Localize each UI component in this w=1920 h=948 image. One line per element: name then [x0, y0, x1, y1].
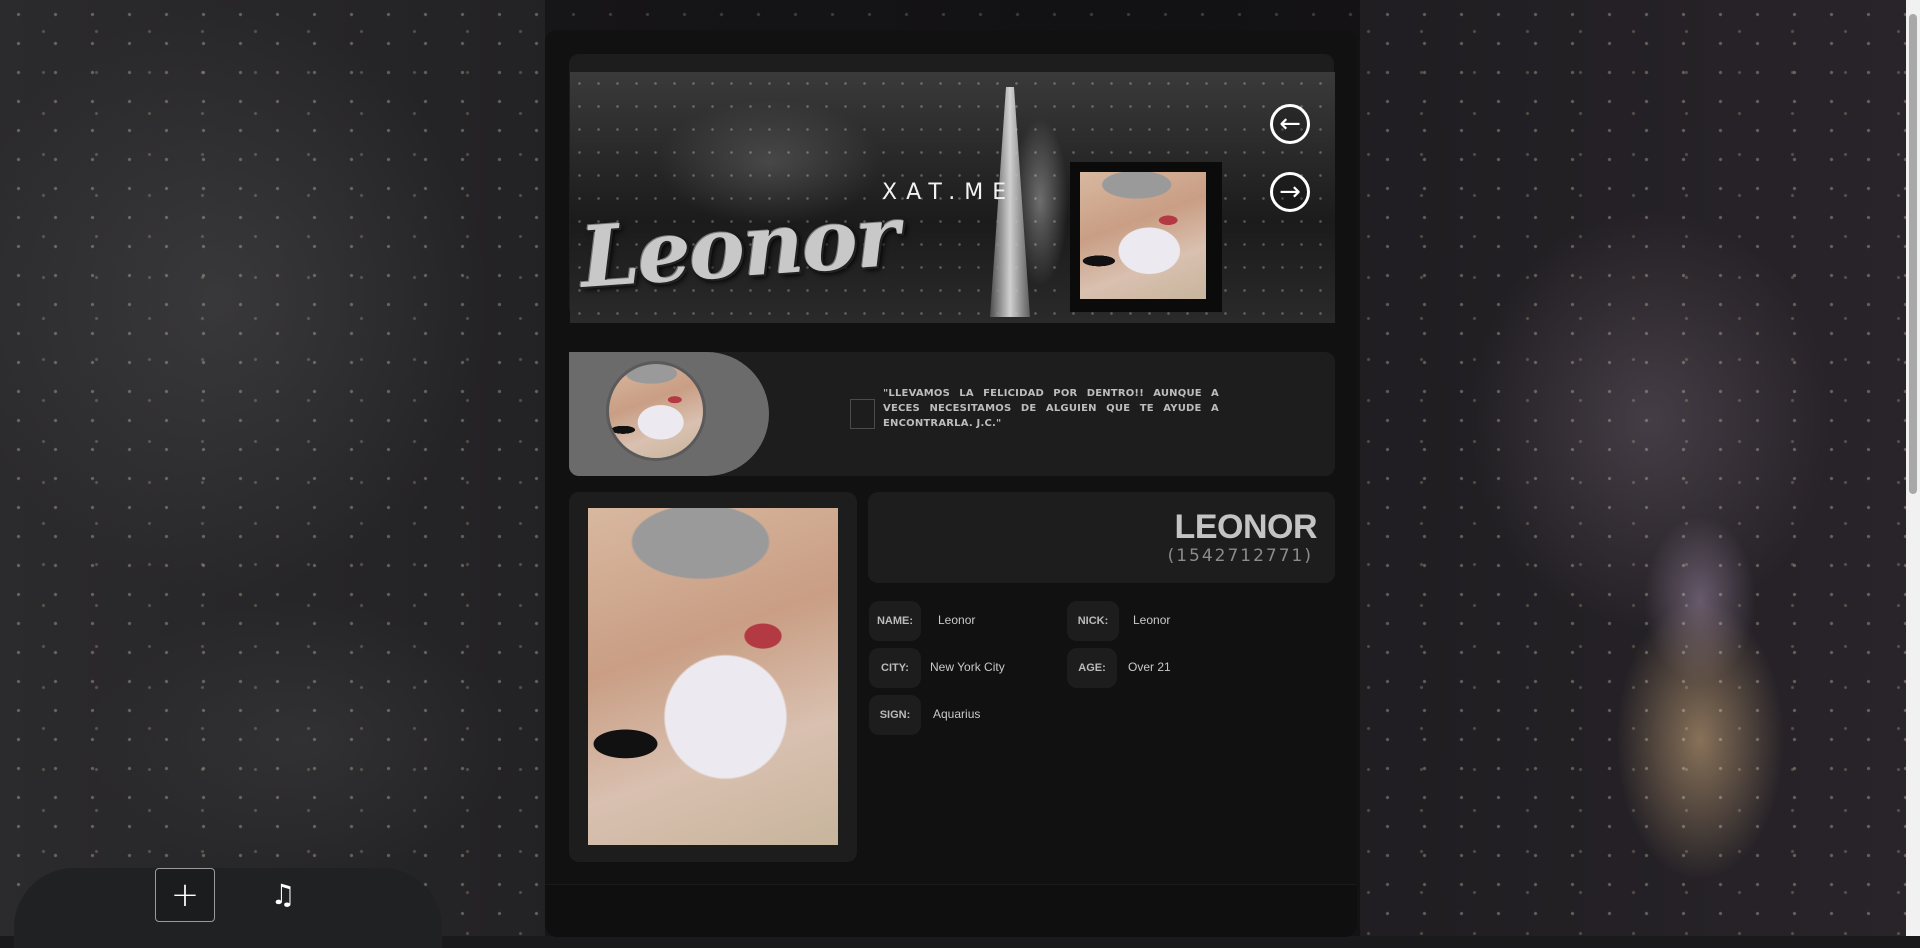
- scrollbar-thumb[interactable]: [1909, 14, 1917, 494]
- scrollbar[interactable]: [1906, 0, 1920, 936]
- music-note-icon: ♫: [270, 877, 296, 911]
- city-value: New York City: [930, 660, 1005, 674]
- profile-photo: [588, 508, 838, 845]
- banner-image: XAT.ME Leonor ← →: [570, 72, 1335, 323]
- prev-button[interactable]: ←: [1270, 104, 1310, 144]
- banner-thumb-photo: [1080, 172, 1206, 299]
- nick-value: Leonor: [1133, 613, 1171, 627]
- sign-label: SIGN:: [869, 695, 921, 735]
- profile-id: (1542712771): [1167, 546, 1313, 566]
- profile-name: LEONOR: [1174, 508, 1318, 546]
- name-value: Leonor: [938, 613, 976, 627]
- sign-value: Aquarius: [933, 707, 981, 721]
- card-footer: [545, 884, 1357, 937]
- avatar: [606, 361, 706, 461]
- nick-label: NICK:: [1067, 601, 1119, 641]
- bottom-toolbar: [14, 868, 442, 948]
- status-quote: "LLEVAMOS LA FELICIDAD POR DENTRO!! AUNQ…: [883, 388, 1219, 429]
- next-button[interactable]: →: [1270, 172, 1310, 212]
- arrow-left-icon: ←: [1279, 109, 1301, 139]
- add-button[interactable]: +: [155, 868, 215, 922]
- age-value: Over 21: [1128, 660, 1171, 674]
- banner-brand-text: XAT.ME: [882, 180, 1016, 205]
- arrow-right-icon: →: [1279, 177, 1301, 207]
- quote-decor-box: [850, 399, 875, 429]
- profile-card: XAT.ME Leonor ← → "LLEVAMOS LA FELICIDAD…: [545, 30, 1357, 937]
- city-label: CITY:: [869, 648, 921, 688]
- plus-icon: +: [170, 875, 200, 915]
- music-button[interactable]: ♫: [265, 874, 301, 914]
- name-label: NAME:: [869, 601, 921, 641]
- age-label: AGE:: [1067, 648, 1117, 688]
